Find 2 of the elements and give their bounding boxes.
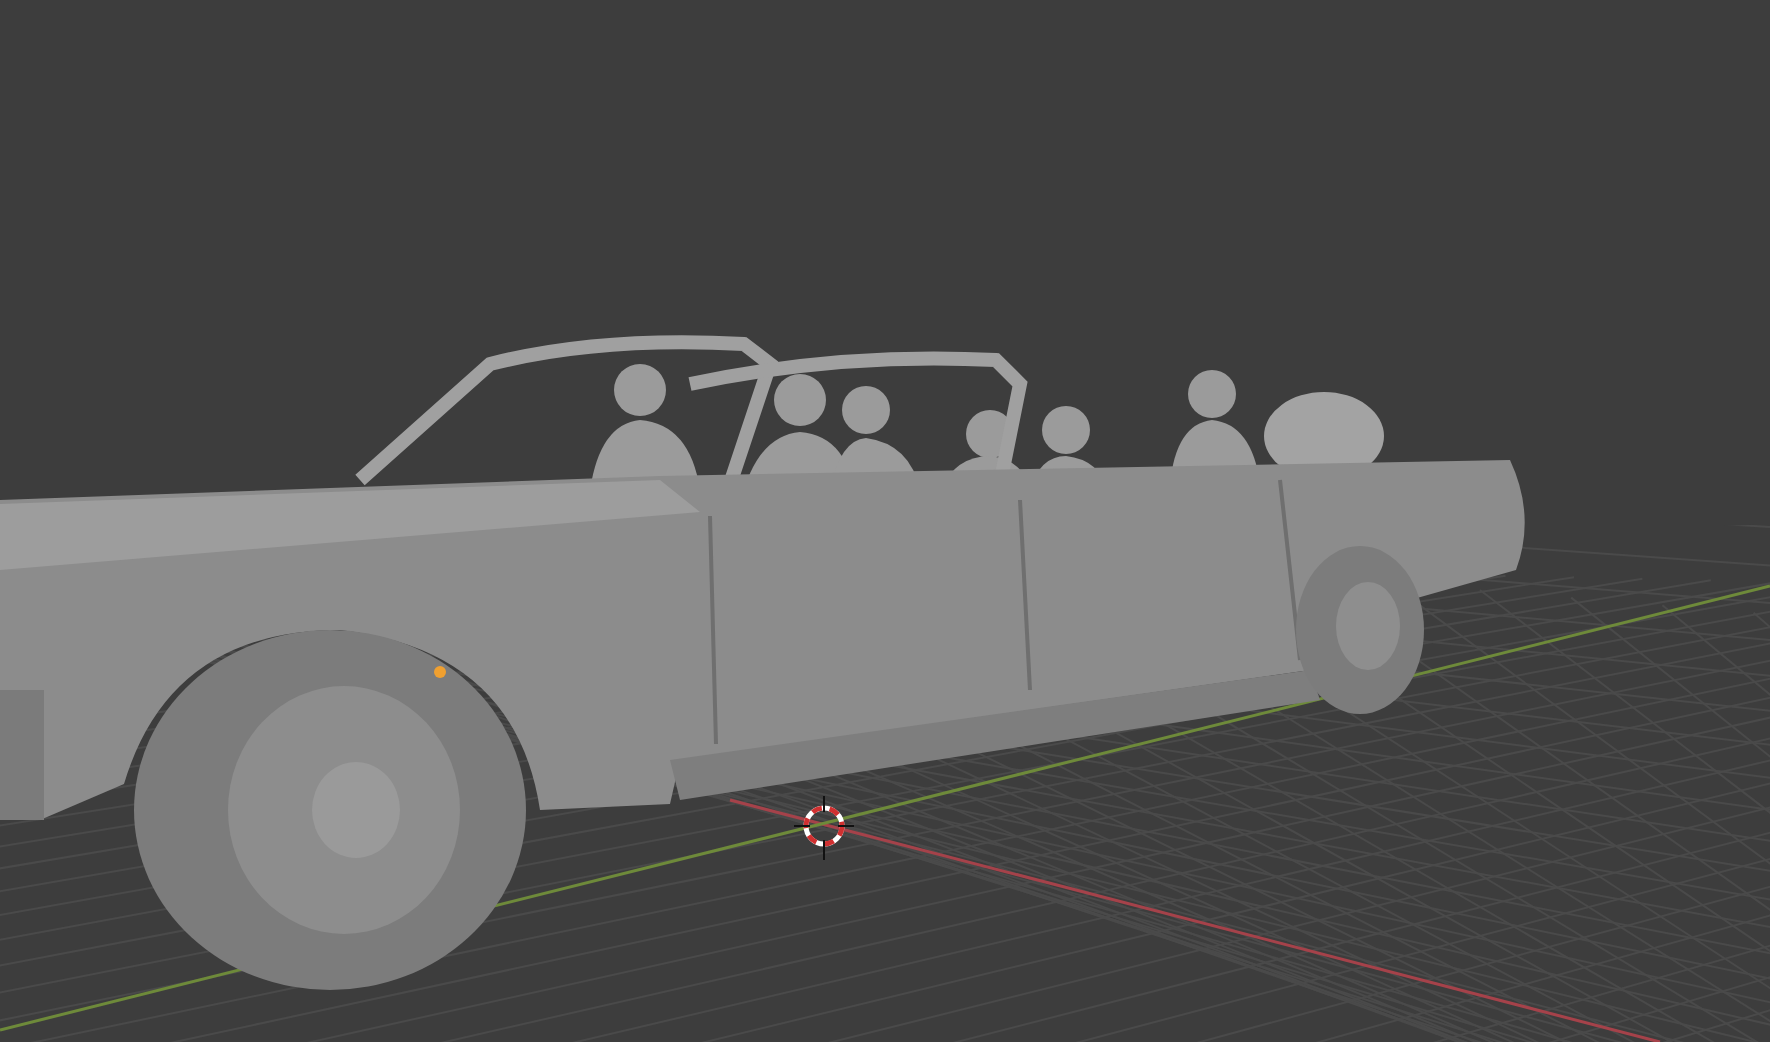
origin-dot-icon	[434, 666, 446, 678]
3d-cursor-icon	[793, 795, 855, 861]
